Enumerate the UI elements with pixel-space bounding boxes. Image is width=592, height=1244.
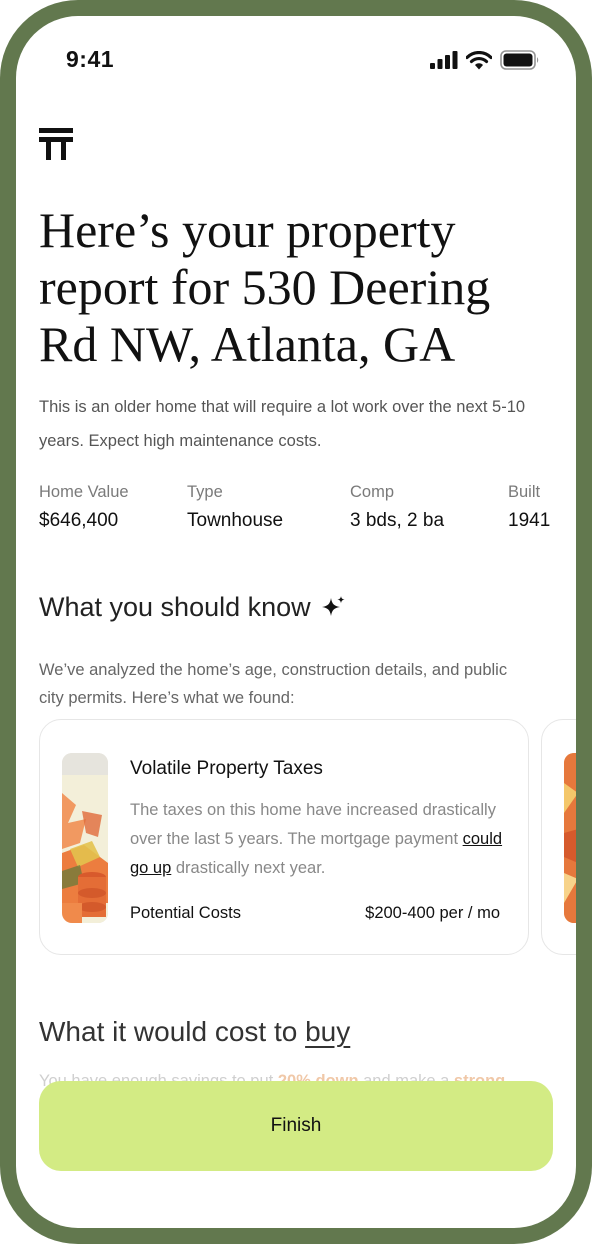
device-frame: 9:41 Here’s your property report for 530… bbox=[0, 0, 592, 1244]
stat-value: Townhouse bbox=[187, 510, 284, 531]
buy-link[interactable]: buy bbox=[305, 1016, 350, 1047]
card-title: Volatile Property Taxes bbox=[130, 758, 323, 779]
page-title: Here’s your property report for 530 Deer… bbox=[39, 202, 491, 372]
stat-home-value: Home Value $646,400 bbox=[39, 483, 129, 532]
stat-value: $646,400 bbox=[39, 510, 119, 531]
finish-button[interactable]: Finish bbox=[39, 1081, 553, 1171]
status-bar: 9:41 bbox=[16, 16, 576, 106]
stat-value: 1941 bbox=[508, 510, 551, 531]
stat-label: Built bbox=[508, 483, 541, 501]
stat-label: Comp bbox=[350, 483, 395, 501]
cost-value: $200-400 per / mo bbox=[365, 904, 500, 922]
coins-illustration bbox=[564, 753, 576, 923]
stat-type: Type Townhouse bbox=[187, 483, 283, 532]
property-summary: This is an older home that will require … bbox=[39, 398, 526, 450]
section-subtitle: We’ve analyzed the home’s age, construct… bbox=[39, 661, 508, 707]
brand-logo-icon bbox=[39, 128, 73, 160]
wifi-icon bbox=[466, 50, 492, 69]
sparkle-icon bbox=[321, 595, 345, 616]
stat-label: Type bbox=[187, 483, 223, 501]
status-icons bbox=[430, 50, 540, 70]
coins-illustration bbox=[62, 753, 108, 923]
cellular-signal-icon bbox=[430, 51, 458, 69]
battery-icon bbox=[500, 50, 539, 70]
card-illustration bbox=[564, 753, 576, 923]
section-heading-text: What it would cost to bbox=[39, 1016, 306, 1047]
cost-label: Potential Costs bbox=[130, 904, 241, 922]
stat-comp: Comp 3 bds, 2 ba bbox=[350, 483, 444, 532]
card-body-text: The taxes on this home have increased dr… bbox=[130, 801, 496, 848]
card-body: The taxes on this home have increased dr… bbox=[130, 796, 520, 883]
status-time: 9:41 bbox=[66, 46, 115, 72]
card-illustration bbox=[62, 753, 108, 923]
insight-card-next[interactable] bbox=[541, 719, 576, 955]
stat-built: Built 1941 bbox=[508, 483, 550, 532]
stat-value: 3 bds, 2 ba bbox=[350, 510, 445, 531]
card-body-text: drastically next year. bbox=[171, 859, 326, 877]
property-stats: Home Value $646,400 Type Townhouse Comp … bbox=[39, 483, 576, 543]
section-heading-cost-to-buy: What it would cost to buy bbox=[39, 1016, 350, 1048]
screen: 9:41 Here’s your property report for 530… bbox=[16, 16, 576, 1228]
section-heading-text: What you should know bbox=[39, 592, 311, 622]
stat-label: Home Value bbox=[39, 483, 129, 501]
insight-card[interactable]: Volatile Property Taxes The taxes on thi… bbox=[39, 719, 529, 955]
section-heading-what-you-should-know: What you should know bbox=[39, 592, 347, 623]
